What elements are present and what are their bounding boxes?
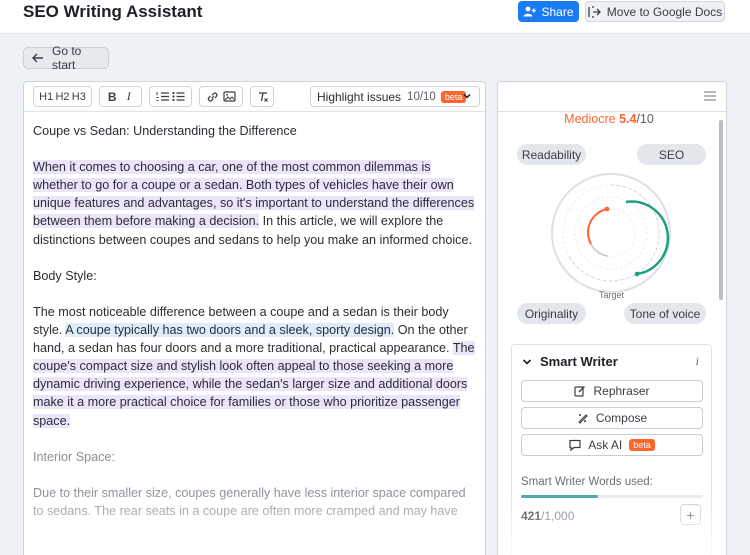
heading-body-style: Body Style: — [33, 268, 97, 283]
insert-group — [199, 86, 243, 107]
words-used-count: 421/1,000 — [521, 509, 575, 523]
info-icon[interactable]: i — [696, 354, 699, 369]
document-content[interactable]: Coupe vs Sedan: Understanding the Differ… — [24, 112, 485, 520]
overall-score: Mediocre 5.4/10 — [498, 112, 720, 126]
target-label: Target — [599, 290, 625, 300]
panel-scrollbar[interactable] — [719, 120, 723, 300]
arrow-left-icon — [32, 53, 43, 63]
app-title: SEO Writing Assistant — [23, 2, 203, 21]
originality-pill[interactable]: Originality — [517, 303, 586, 324]
editor-toolbar: H1 H2 H3 B I Highlight issues 10/10 beta — [24, 82, 485, 112]
top-bar: SEO Writing Assistant Share Move to Goog… — [0, 0, 750, 34]
score-value: 5.4 — [619, 112, 637, 126]
bold-button[interactable]: B — [104, 90, 120, 104]
image-icon[interactable] — [222, 91, 238, 102]
rephraser-button[interactable]: Rephraser — [521, 380, 703, 402]
beta-badge: beta — [629, 439, 655, 451]
heading-2-button[interactable]: H2 — [54, 91, 70, 103]
compose-icon — [578, 414, 588, 424]
score-level: Mediocre — [564, 112, 616, 126]
chat-icon — [569, 439, 581, 451]
highlight-issues-select[interactable]: Highlight issues 10/10 beta — [310, 86, 480, 107]
paragraph-intro: When it comes to choosing a car, one of … — [33, 158, 476, 248]
clear-format-icon[interactable] — [255, 91, 271, 103]
chevron-down-icon — [463, 93, 471, 99]
readability-pill[interactable]: Readability — [517, 144, 586, 165]
smart-writer-card: Smart Writer i Rephraser Compose Ask AI … — [511, 344, 712, 555]
heading-1-button[interactable]: H1 — [38, 91, 54, 103]
document-title: Coupe vs Sedan: Understanding the Differ… — [33, 124, 297, 138]
score-panel: Mediocre 5.4/10 Readability SEO Target O… — [497, 81, 727, 555]
chevron-down-icon — [522, 358, 532, 365]
words-used-label: Smart Writer Words used: — [521, 476, 653, 488]
panel-header — [498, 82, 726, 112]
heading-group: H1 H2 H3 — [33, 86, 92, 107]
editor-panel: H1 H2 H3 B I Highlight issues 10/10 beta… — [23, 81, 486, 555]
smart-writer-title: Smart Writer — [540, 354, 618, 369]
paragraph-body-style: The most noticeable difference between a… — [33, 303, 476, 430]
add-words-button[interactable]: + — [680, 504, 701, 525]
highlight-issues-count: 10/10 — [407, 90, 436, 103]
italic-button[interactable]: I — [121, 89, 137, 104]
edit-icon — [574, 386, 586, 397]
share-button[interactable]: Share — [518, 1, 579, 22]
move-to-google-docs-button[interactable]: Move to Google Docs — [585, 1, 725, 22]
highlighted-issue[interactable]: A coupe typically has two doors and a sl… — [65, 323, 395, 338]
score-gauge — [551, 173, 671, 293]
compose-button[interactable]: Compose — [521, 407, 703, 429]
link-icon[interactable] — [205, 91, 221, 103]
clear-format-group — [250, 86, 274, 107]
heading-3-button[interactable]: H3 — [71, 91, 87, 103]
share-label: Share — [541, 4, 574, 19]
go-to-start-label: Go to start — [52, 44, 82, 72]
list-group — [149, 86, 192, 107]
bullet-list-icon[interactable] — [171, 91, 187, 102]
highlight-issues-label: Highlight issues — [317, 89, 402, 104]
ordered-list-icon[interactable] — [154, 91, 170, 102]
seo-pill[interactable]: SEO — [637, 144, 706, 165]
move-label: Move to Google Docs — [606, 4, 723, 19]
score-max: /10 — [636, 112, 654, 126]
menu-icon[interactable] — [704, 91, 716, 101]
ask-ai-button[interactable]: Ask AI beta — [521, 434, 703, 456]
smart-writer-toggle[interactable]: Smart Writer — [522, 354, 618, 369]
heading-interior-space: Interior Space: — [33, 449, 115, 464]
add-user-icon — [523, 6, 537, 17]
export-icon — [588, 5, 601, 18]
words-used-progress-fill — [521, 495, 598, 498]
tone-of-voice-pill[interactable]: Tone of voice — [624, 303, 706, 324]
words-used-progress — [521, 495, 703, 498]
paragraph-interior-space: Due to their smaller size, coupes genera… — [33, 485, 466, 518]
format-group: B I — [99, 86, 142, 107]
go-to-start-button[interactable]: Go to start — [23, 44, 109, 72]
